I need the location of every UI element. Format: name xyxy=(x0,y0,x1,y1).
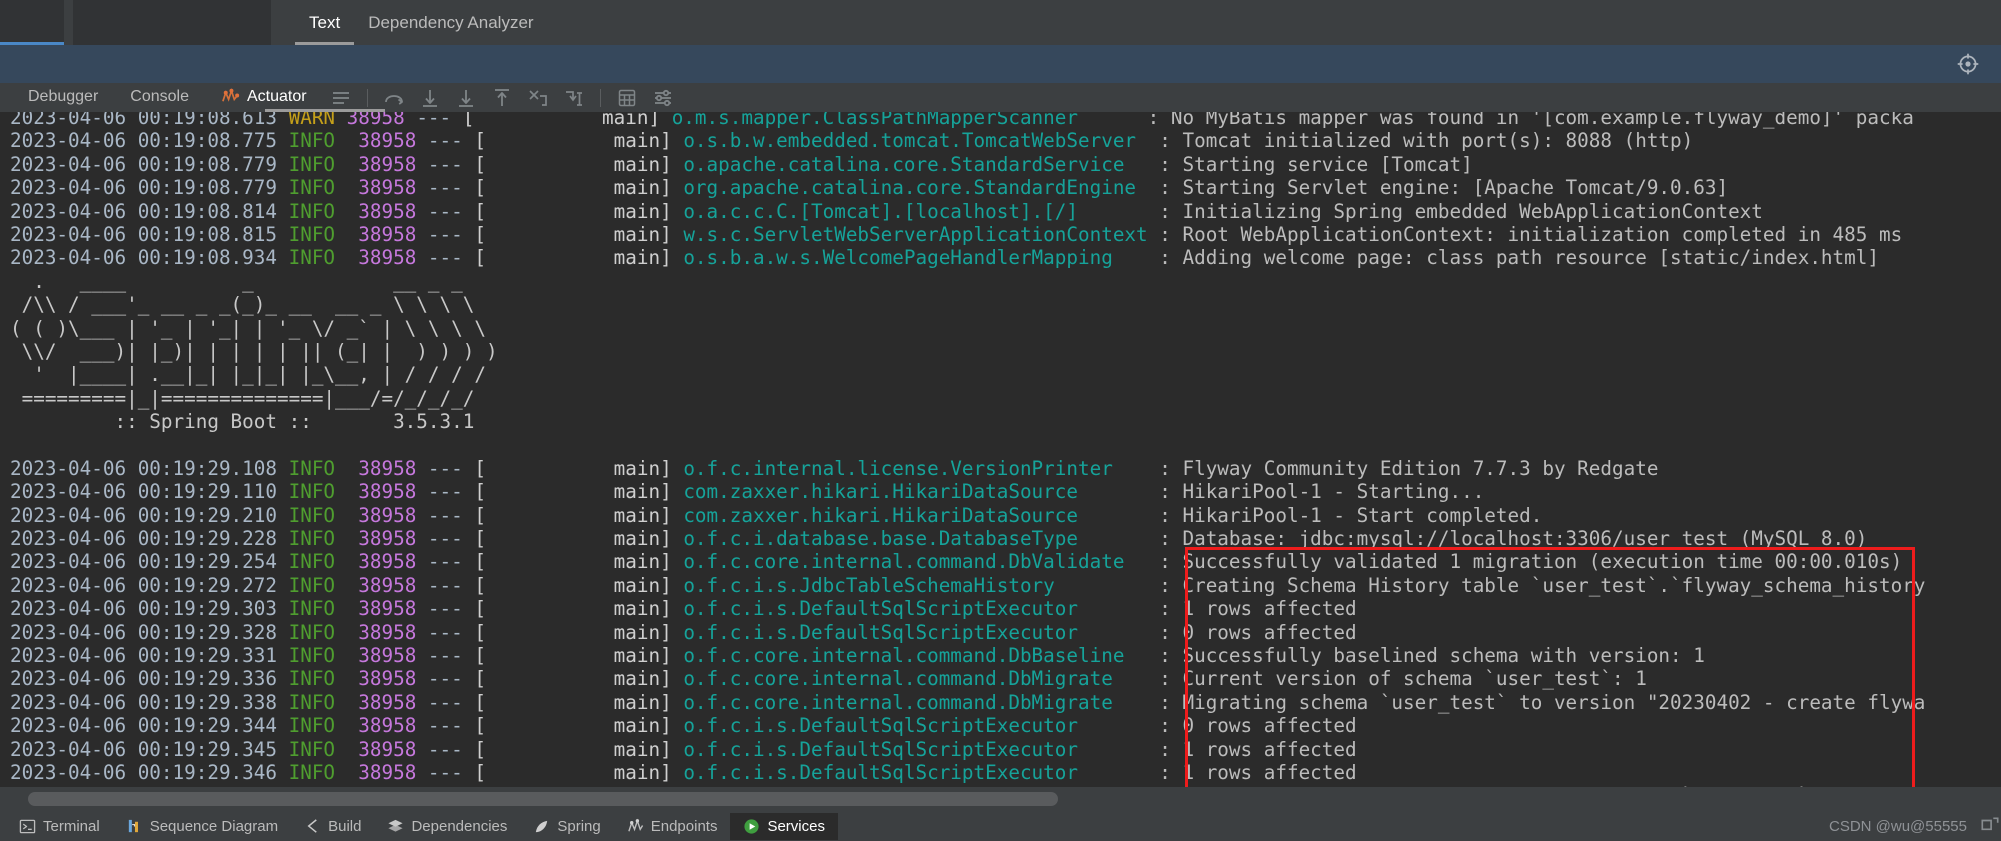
toolbar-separator xyxy=(366,88,368,107)
tool-button-build-label: Build xyxy=(328,817,362,835)
run-tab-actuator[interactable]: Actuator xyxy=(205,84,323,111)
gutter-divider xyxy=(64,0,73,45)
event-log-icon[interactable] xyxy=(1979,815,2001,837)
step-over-icon[interactable] xyxy=(383,87,405,109)
log-line: 2023-04-06 00:19:29.210 INFO 38958 --- [… xyxy=(10,503,1543,527)
run-tab-debugger[interactable]: Debugger xyxy=(12,85,114,111)
debug-toolbar: Debugger Console Actuator xyxy=(0,83,2001,112)
tool-button-sequence-diagram-label: Sequence Diagram xyxy=(149,817,279,835)
log-line: 2023-04-06 00:19:08.815 INFO 38958 --- [… xyxy=(10,222,1903,246)
run-configuration-bar xyxy=(0,45,2001,83)
log-line: 2023-04-06 00:19:08.779 INFO 38958 --- [… xyxy=(10,176,1729,200)
spring-banner-version: :: Spring Boot :: 3.5.3.1 xyxy=(10,410,475,434)
spring-banner-line: . ____ _ __ _ _ xyxy=(10,269,463,293)
tool-button-services[interactable]: Services xyxy=(730,812,838,840)
log-line: 2023-04-06 00:19:29.254 INFO 38958 --- [… xyxy=(10,550,1903,574)
editor-tab-strip: Text Dependency Analyzer xyxy=(0,0,2001,45)
log-line: 2023-04-06 00:19:29.344 INFO 38958 --- [… xyxy=(10,714,1357,738)
console-horizontal-scrollbar[interactable] xyxy=(0,787,2001,811)
evaluate-expression-icon[interactable] xyxy=(616,87,638,109)
log-line: 2023-04-06 00:19:08.814 INFO 38958 --- [… xyxy=(10,199,1763,223)
step-out-icon[interactable] xyxy=(491,87,513,109)
services-play-icon xyxy=(743,818,760,835)
tool-button-dependencies-label: Dependencies xyxy=(411,817,508,835)
tab-text[interactable]: Text xyxy=(295,9,355,45)
secondary-gutter xyxy=(73,0,271,45)
drop-frame-icon[interactable] xyxy=(563,87,585,109)
settings-sliders-icon[interactable] xyxy=(652,87,674,109)
step-into-icon[interactable] xyxy=(419,87,441,109)
log-line: 2023-04-06 00:19:29.345 INFO 38958 --- [… xyxy=(10,737,1357,761)
log-line: 2023-04-06 00:19:08.934 INFO 38958 --- [… xyxy=(10,246,1879,270)
run-tab-console-label: Console xyxy=(130,87,189,105)
banner-spacer xyxy=(10,433,1925,456)
log-lines: 2023-04-06 00:19:08.613 WARN 38958 --- [… xyxy=(10,112,1925,787)
menu-lines-icon[interactable] xyxy=(330,87,352,109)
console-output-panel[interactable]: 2023-04-06 00:19:08.613 WARN 38958 --- [… xyxy=(0,112,2001,787)
log-line: 2023-04-06 00:19:29.272 INFO 38958 --- [… xyxy=(10,573,1926,597)
build-hammer-icon xyxy=(304,818,321,835)
log-line: 2023-04-06 00:19:29.328 INFO 38958 --- [… xyxy=(10,620,1357,644)
tab-list: Text Dependency Analyzer xyxy=(271,0,2001,45)
tool-button-endpoints[interactable]: Endpoints xyxy=(614,813,731,840)
tool-button-terminal-label: Terminal xyxy=(43,817,100,835)
log-line: 2023-04-06 00:19:29.303 INFO 38958 --- [… xyxy=(10,597,1357,621)
tool-button-services-label: Services xyxy=(767,817,825,835)
toolbar-separator-2 xyxy=(599,88,601,107)
spring-banner-line: /\\ / ___'_ __ _ _(_)_ __ __ _ \ \ \ \ xyxy=(10,293,475,317)
spring-banner-line: ( ( )\___ | '_ | '_| | '_ \/ _` | \ \ \ … xyxy=(10,316,486,340)
log-line: 2023-04-06 00:19:29.228 INFO 38958 --- [… xyxy=(10,527,1868,551)
log-line: 2023-04-06 00:19:08.613 WARN 38958 --- [… xyxy=(10,112,1914,129)
force-step-into-icon[interactable] xyxy=(455,87,477,109)
scrollbar-thumb[interactable] xyxy=(28,792,1058,806)
log-line: 2023-04-06 00:19:29.336 INFO 38958 --- [… xyxy=(10,667,1647,691)
run-tab-console[interactable]: Console xyxy=(114,85,205,111)
tool-button-build[interactable]: Build xyxy=(291,813,374,840)
run-to-cursor-icon[interactable] xyxy=(527,87,549,109)
sequence-diagram-icon xyxy=(126,818,143,835)
log-line: 2023-04-06 00:19:08.779 INFO 38958 --- [… xyxy=(10,152,1473,176)
tab-dependency-analyzer[interactable]: Dependency Analyzer xyxy=(354,9,547,45)
run-tab-debugger-label: Debugger xyxy=(28,87,99,105)
tool-button-terminal[interactable]: Terminal xyxy=(6,813,113,840)
log-line: 2023-04-06 00:19:29.108 INFO 38958 --- [… xyxy=(10,456,1659,480)
terminal-icon xyxy=(19,818,36,835)
spring-banner-line: ' |____| .__|_| |_|_| |_\__, | / / / / xyxy=(10,363,486,387)
log-line: 2023-04-06 00:19:29.331 INFO 38958 --- [… xyxy=(10,643,1705,667)
log-line: 2023-04-06 00:19:08.775 INFO 38958 --- [… xyxy=(10,129,1694,153)
tool-button-dependencies[interactable]: Dependencies xyxy=(374,813,520,840)
spring-leaf-icon xyxy=(533,818,550,835)
settings-target-icon[interactable] xyxy=(1955,51,1981,77)
tool-button-sequence-diagram[interactable]: Sequence Diagram xyxy=(113,813,291,840)
spring-banner-line: =========|_|==============|___/=/_/_/_/ xyxy=(10,386,475,410)
log-line: 2023-04-06 00:19:29.338 INFO 38958 --- [… xyxy=(10,690,1926,714)
tool-button-endpoints-label: Endpoints xyxy=(650,817,718,835)
log-line: 2023-04-06 00:19:29.346 INFO 38958 --- [… xyxy=(10,760,1357,784)
project-tool-gutter xyxy=(0,0,64,45)
endpoints-icon xyxy=(627,818,644,835)
run-tab-actuator-label: Actuator xyxy=(246,87,307,105)
tool-window-bar: Terminal Sequence Diagram Build Dependen… xyxy=(0,811,2001,841)
dependencies-icon xyxy=(387,818,404,835)
actuator-icon xyxy=(221,87,240,106)
watermark-text: CSDN @wu@55555 xyxy=(1828,817,1967,835)
tool-button-spring[interactable]: Spring xyxy=(520,813,613,840)
tool-button-spring-label: Spring xyxy=(557,817,601,835)
log-line: 2023-04-06 00:19:29.110 INFO 38958 --- [… xyxy=(10,480,1485,504)
spring-banner-line: \\/ ___)| |_)| | | | | || (_| | ) ) ) ) xyxy=(10,339,498,363)
